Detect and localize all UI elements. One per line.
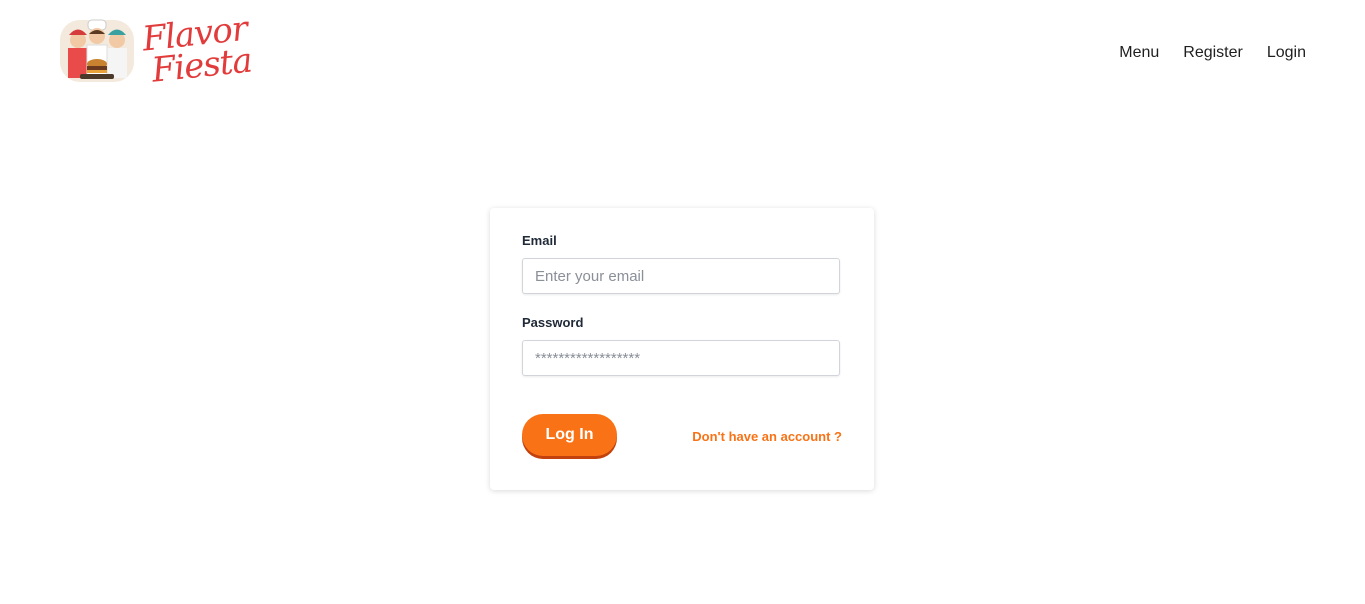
nav-login-link[interactable]: Login: [1267, 44, 1306, 62]
login-card: Email Password Log In Don't have an acco…: [490, 208, 874, 490]
brand-name: Flavor Fiesta: [141, 9, 254, 91]
register-link[interactable]: Don't have an account ?: [692, 429, 842, 444]
nav-register-link[interactable]: Register: [1183, 44, 1243, 62]
nav-menu-link[interactable]: Menu: [1119, 44, 1159, 62]
brand-name-line2: Fiesta: [149, 40, 254, 91]
chefs-logo-icon: [60, 19, 134, 82]
site-header: Flavor Fiesta Menu Register Login: [0, 0, 1365, 108]
password-label: Password: [522, 315, 584, 330]
email-input[interactable]: [522, 258, 840, 294]
brand-logo[interactable]: Flavor Fiesta: [60, 9, 253, 91]
login-button[interactable]: Log In: [522, 414, 617, 456]
main-nav: Menu Register Login: [1119, 44, 1306, 62]
email-label: Email: [522, 233, 557, 248]
password-input[interactable]: [522, 340, 840, 376]
